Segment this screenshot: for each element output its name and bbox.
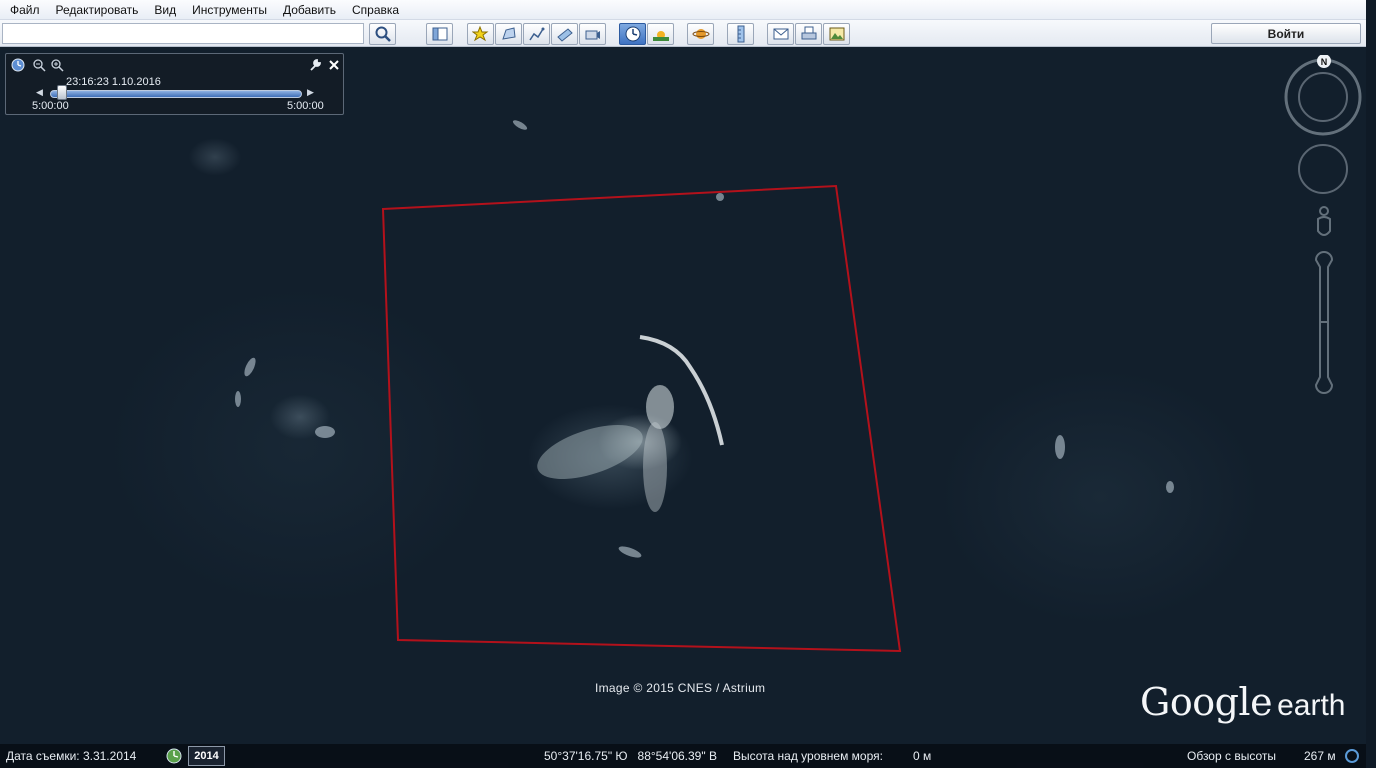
menu-help[interactable]: Справка [344, 0, 407, 20]
save-image-icon [829, 27, 844, 41]
navigation-controls: N [1284, 55, 1362, 394]
menu-tools[interactable]: Инструменты [184, 0, 275, 20]
polygon-icon [501, 27, 516, 40]
north-label: N [1321, 57, 1328, 67]
logo-google-text: Google [1140, 680, 1273, 724]
status-bar: Дата съемки: 3.31.2014 2014 50°37'16.75"… [0, 744, 1366, 768]
image-overlay-icon [556, 28, 573, 42]
eye-altitude-label: Обзор с высоты [1187, 749, 1276, 763]
historical-imagery-icon [625, 26, 640, 42]
elevation-value: 0 м [913, 749, 932, 763]
imagery-copyright: Image © 2015 CNES / Astrium [595, 681, 766, 695]
record-tour-icon [585, 30, 600, 40]
path-icon [528, 27, 544, 41]
time-start-label: 5:00:00 [32, 100, 69, 112]
menu-view[interactable]: Вид [146, 0, 184, 20]
search-input[interactable] [2, 23, 364, 44]
imagery-year[interactable]: 2014 [188, 746, 225, 766]
add-polygon-button[interactable] [495, 23, 522, 45]
toolbar: Войти [0, 20, 1366, 47]
move-joystick[interactable] [1298, 144, 1348, 194]
map-view[interactable]: Image © 2015 CNES / Astrium Google earth [0, 47, 1366, 744]
logo-earth-text: earth [1277, 689, 1346, 722]
print-button[interactable] [795, 23, 822, 45]
login-button[interactable]: Войти [1211, 23, 1361, 44]
north-compass-icon[interactable]: N [1317, 55, 1331, 68]
planets-button[interactable] [687, 23, 714, 45]
add-placemark-button[interactable] [467, 23, 494, 45]
step-forward-icon[interactable]: ▶ [307, 87, 317, 99]
elevation-label: Высота над уровнем моря: [733, 749, 883, 763]
wrench-icon[interactable] [308, 58, 322, 72]
capture-date: Дата съемки: 3.31.2014 [6, 749, 137, 763]
save-image-button[interactable] [823, 23, 850, 45]
time-slider-thumb[interactable] [57, 85, 68, 100]
coordinates: 50°37'16.75" Ю 88°54'06.39" В [544, 749, 717, 763]
zoom-slider[interactable] [1314, 251, 1334, 394]
sidebar-icon [432, 27, 447, 41]
search-icon [375, 26, 391, 42]
map-overlay [235, 120, 1174, 653]
step-back-icon[interactable]: ◀ [36, 87, 46, 99]
street-view-pegman-icon[interactable] [1317, 206, 1331, 236]
add-path-button[interactable] [523, 23, 550, 45]
sunlight-button[interactable] [647, 23, 674, 45]
menu-edit[interactable]: Редактировать [48, 0, 147, 20]
historical-imagery-icon[interactable] [166, 748, 182, 764]
streaming-progress-icon [1345, 749, 1359, 763]
print-icon [801, 26, 816, 40]
google-earth-logo: Google earth [1140, 680, 1345, 724]
time-slider-panel: 23:16:23 1.10.2016 ◀ ▶ 5:00:00 5:00:00 [5, 53, 344, 115]
sunlight-icon [652, 31, 669, 41]
email-icon [773, 28, 788, 40]
placemark-icon [471, 25, 488, 42]
search-button[interactable] [369, 23, 396, 45]
menu-file[interactable]: Файл [2, 0, 48, 20]
eye-altitude-value: 267 м [1304, 749, 1336, 763]
time-end-label: 5:00:00 [287, 100, 324, 112]
ruler-icon [737, 25, 744, 43]
add-image-overlay-button[interactable] [551, 23, 578, 45]
ruler-button[interactable] [727, 23, 754, 45]
close-icon[interactable] [327, 58, 341, 72]
email-button[interactable] [767, 23, 794, 45]
clock-icon[interactable] [11, 58, 25, 72]
menu-add[interactable]: Добавить [275, 0, 344, 20]
current-time-label: 23:16:23 1.10.2016 [66, 76, 161, 88]
zoom-in-icon[interactable] [50, 58, 64, 72]
zoom-out-icon[interactable] [32, 58, 46, 72]
look-joystick[interactable] [1284, 58, 1362, 136]
time-slider-track[interactable] [50, 90, 302, 98]
historical-imagery-button[interactable] [619, 23, 646, 45]
sidebar-button[interactable] [426, 23, 453, 45]
polygon-outline [381, 184, 902, 653]
record-tour-button[interactable] [579, 23, 606, 45]
planets-icon [692, 29, 709, 39]
menu-bar: Файл Редактировать Вид Инструменты Добав… [0, 0, 1366, 20]
